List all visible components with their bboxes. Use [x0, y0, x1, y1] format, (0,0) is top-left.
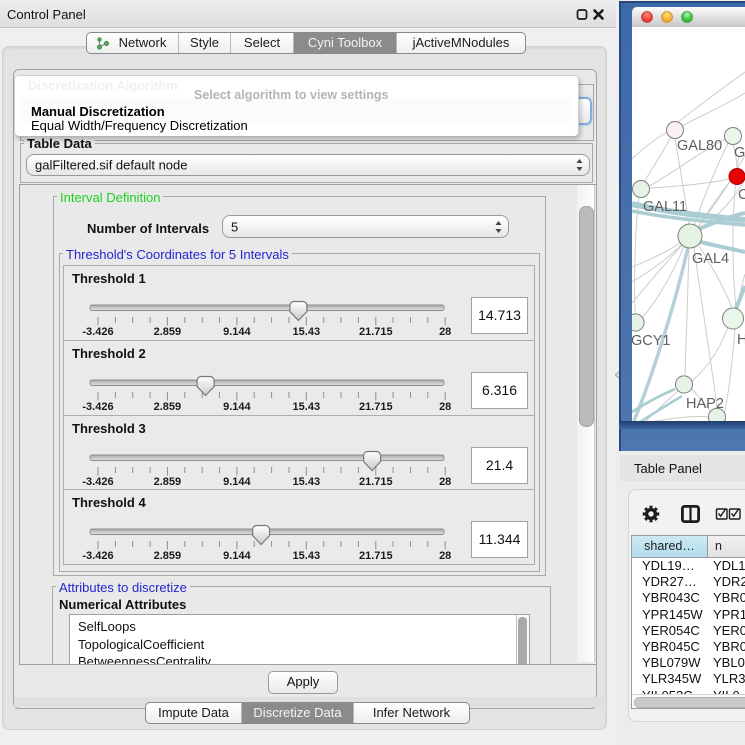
svg-text:28: 28 — [439, 476, 451, 488]
svg-text:C: C — [738, 187, 745, 203]
svg-text:-3.426: -3.426 — [82, 401, 113, 413]
svg-text:21.715: 21.715 — [359, 401, 393, 413]
svg-text:2.859: 2.859 — [154, 401, 182, 413]
svg-text:9.144: 9.144 — [223, 550, 251, 562]
svg-text:21.715: 21.715 — [359, 326, 393, 338]
svg-text:-3.426: -3.426 — [82, 326, 113, 338]
svg-text:28: 28 — [439, 401, 451, 413]
svg-text:21.715: 21.715 — [359, 476, 393, 488]
svg-text:15.43: 15.43 — [293, 326, 321, 338]
svg-text:9.144: 9.144 — [223, 476, 251, 488]
svg-text:2.859: 2.859 — [154, 326, 182, 338]
svg-text:2.859: 2.859 — [154, 550, 182, 562]
svg-text:HAP2: HAP2 — [686, 396, 724, 412]
svg-text:15.43: 15.43 — [293, 401, 321, 413]
svg-text:21.715: 21.715 — [359, 550, 393, 562]
svg-text:GAL11: GAL11 — [643, 199, 687, 215]
svg-text:-3.426: -3.426 — [82, 550, 113, 562]
svg-text:2.859: 2.859 — [154, 476, 182, 488]
svg-text:28: 28 — [439, 326, 451, 338]
svg-text:28: 28 — [439, 550, 451, 562]
svg-text:GAL4: GAL4 — [692, 251, 729, 267]
svg-text:GA: GA — [734, 145, 745, 161]
svg-text:H: H — [737, 332, 745, 348]
svg-text:GAL80: GAL80 — [677, 138, 722, 154]
svg-text:15.43: 15.43 — [293, 550, 321, 562]
svg-text:GCY1: GCY1 — [632, 333, 671, 349]
svg-text:9.144: 9.144 — [223, 401, 251, 413]
svg-text:-3.426: -3.426 — [82, 476, 113, 488]
svg-text:9.144: 9.144 — [223, 326, 251, 338]
svg-text:15.43: 15.43 — [293, 476, 321, 488]
